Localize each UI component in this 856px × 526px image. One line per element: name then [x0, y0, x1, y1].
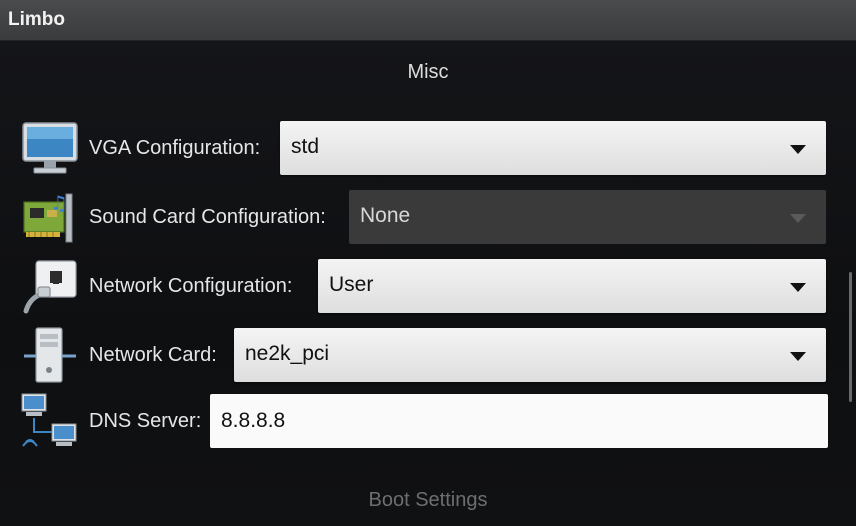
sound-card-icon: ♫ — [23, 191, 73, 243]
svg-text:♫: ♫ — [50, 191, 68, 215]
setting-row-netcard: Network Card: ne2k_pci — [0, 326, 856, 386]
netcard-value: ne2k_pci — [245, 342, 330, 365]
dns-field[interactable] — [210, 394, 828, 448]
network-computers-icon — [21, 393, 77, 447]
setting-row-dns: DNS Server: — [0, 392, 856, 452]
settings-panel[interactable]: Misc VGA Configuration: std ♫ Sound Card… — [0, 41, 856, 526]
section-header-boot: Boot Settings — [368, 489, 488, 511]
monitor-icon — [22, 122, 78, 174]
sound-select[interactable]: None — [349, 190, 826, 244]
section-header-misc: Misc — [407, 61, 449, 83]
vga-label: VGA Configuration: — [89, 137, 261, 159]
chevron-down-icon — [790, 352, 806, 361]
vga-select[interactable]: std — [280, 121, 826, 175]
setting-row-vga: VGA Configuration: std — [0, 119, 856, 179]
chevron-down-icon — [790, 145, 806, 154]
app-title: Limbo — [8, 9, 65, 30]
computer-tower-icon — [24, 327, 76, 383]
network-port-icon — [23, 260, 77, 314]
dns-label: DNS Server: — [89, 410, 202, 432]
vga-value: std — [291, 135, 320, 158]
scrollbar[interactable] — [849, 272, 852, 402]
chevron-down-icon — [790, 283, 806, 292]
dns-input[interactable] — [210, 394, 828, 448]
network-value: User — [329, 273, 374, 296]
network-label: Network Configuration: — [89, 275, 293, 297]
title-bar: Limbo — [0, 0, 856, 41]
sound-label: Sound Card Configuration: — [89, 206, 326, 228]
chevron-down-icon — [790, 214, 806, 223]
sound-value: None — [360, 204, 411, 227]
netcard-select[interactable]: ne2k_pci — [234, 328, 826, 382]
netcard-label: Network Card: — [89, 344, 217, 366]
network-select[interactable]: User — [318, 259, 826, 313]
setting-row-sound: ♫ Sound Card Configuration: None — [0, 188, 856, 248]
setting-row-network: Network Configuration: User — [0, 257, 856, 317]
